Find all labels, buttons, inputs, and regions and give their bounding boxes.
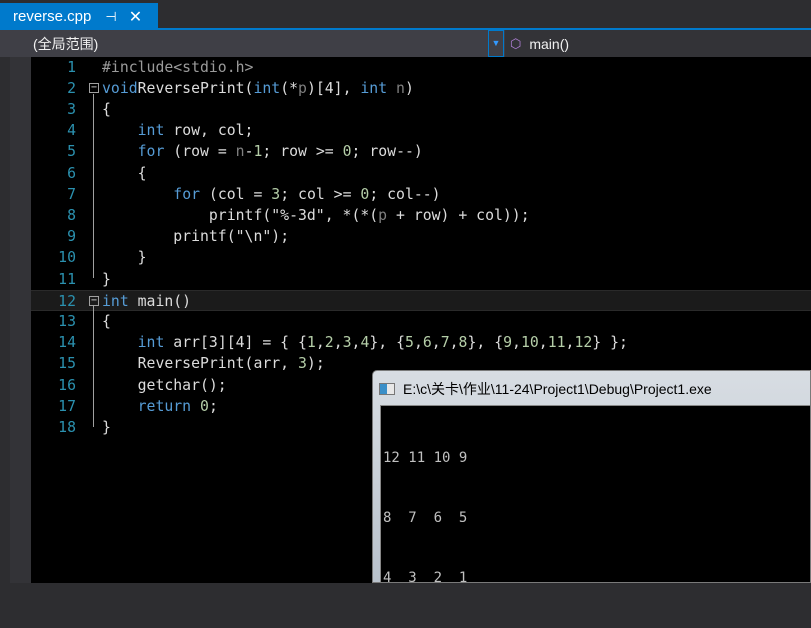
chevron-down-icon[interactable]: ▼: [488, 30, 504, 57]
code-line[interactable]: 8 printf("%-3d", *(*(p + row) + col));: [31, 205, 811, 226]
console-line: 4 3 2 1: [383, 570, 468, 586]
tab-reverse-cpp[interactable]: reverse.cpp ⊣ ✕: [0, 3, 158, 30]
code-line[interactable]: 4 int row, col;: [31, 120, 811, 141]
console-output: 12 11 10 9 8 7 6 5 4 3 2 1: [380, 405, 810, 586]
collapse-icon[interactable]: −: [89, 295, 99, 306]
scope-dropdown[interactable]: (全局范围): [33, 34, 98, 54]
code-line[interactable]: 7 for (col = 3; col >= 0; col--): [31, 184, 811, 205]
editor-margin: [10, 57, 31, 583]
line-number: 13: [58, 312, 76, 330]
outline-guide: [93, 93, 94, 279]
member-dropdown[interactable]: ⬡ main(): [505, 30, 811, 57]
cube-icon: ⬡: [510, 35, 522, 51]
code-line[interactable]: 14 int arr[3][4] = { {1,2,3,4}, {5,6,7,8…: [31, 332, 811, 353]
code-line[interactable]: 9 printf("\n");: [31, 226, 811, 247]
line-number: 17: [58, 397, 76, 415]
console-window[interactable]: E:\c\关卡\作业\11-24\Project1\Debug\Project1…: [372, 370, 811, 586]
code-text: int main(): [102, 292, 192, 310]
console-line: 12 11 10 9: [383, 450, 468, 466]
close-icon[interactable]: ✕: [129, 7, 142, 27]
code-text: }: [102, 418, 111, 436]
line-number: 14: [58, 334, 76, 352]
code-text: #include<stdio.h>: [102, 58, 254, 76]
line-number: 16: [58, 376, 76, 394]
code-text: {: [102, 312, 111, 330]
code-line[interactable]: 2 − voidReversePrint(int(*p)[4], int n): [31, 78, 811, 99]
code-text: ReversePrint(arr, 3);: [102, 355, 325, 373]
line-number: 15: [58, 355, 76, 373]
code-text: getchar();: [102, 376, 227, 394]
tab-bar: reverse.cpp ⊣ ✕: [0, 0, 811, 30]
line-number: 11: [58, 270, 76, 288]
code-text: }: [102, 270, 111, 288]
line-number: 12: [58, 292, 76, 310]
code-line[interactable]: 1 #include<stdio.h>: [31, 57, 811, 78]
code-line[interactable]: 3{: [31, 99, 811, 120]
line-number: 4: [67, 122, 76, 140]
line-number: 3: [67, 100, 76, 118]
code-line[interactable]: 11}: [31, 269, 811, 290]
code-text: printf("%-3d", *(*(p + row) + col));: [102, 206, 530, 224]
code-line[interactable]: 10 }: [31, 247, 811, 268]
line-number: 10: [58, 249, 76, 267]
code-line[interactable]: 6 {: [31, 163, 811, 184]
collapse-icon[interactable]: −: [89, 82, 99, 93]
console-title: E:\c\关卡\作业\11-24\Project1\Debug\Project1…: [403, 381, 712, 397]
line-number: 7: [67, 185, 76, 203]
code-text: }: [102, 249, 147, 267]
code-text: return 0;: [137, 397, 218, 415]
navigation-bar: (全局范围) ▼ ⬡ main(): [0, 30, 811, 57]
code-text: printf("\n");: [102, 228, 290, 246]
code-text: int arr[3][4] = { {1,2,3,4}, {5,6,7,8}, …: [137, 334, 628, 352]
code-line[interactable]: 5 for (row = n-1; row >= 0; row--): [31, 141, 811, 162]
line-number: 5: [67, 143, 76, 161]
member-label: main(): [529, 35, 570, 52]
line-number: 9: [67, 228, 76, 246]
code-text: int row, col;: [137, 122, 254, 140]
line-number: 8: [67, 206, 76, 224]
line-number: 1: [67, 58, 76, 76]
code-text: {: [102, 100, 111, 118]
code-text: for (row = n-1; row >= 0; row--): [137, 143, 423, 161]
line-number: 2: [67, 79, 76, 97]
code-line[interactable]: 12 − int main(): [31, 289, 811, 311]
outline-guide: [93, 305, 94, 427]
pin-icon[interactable]: ⊣: [105, 9, 116, 25]
code-text: for (col = 3; col >= 0; col--): [173, 185, 441, 203]
code-text: voidReversePrint(int(*p)[4], int n): [102, 79, 414, 97]
line-number: 18: [58, 418, 76, 436]
code-text: {: [102, 164, 147, 182]
code-line[interactable]: 13 {: [31, 311, 811, 332]
console-app-icon: [379, 383, 395, 395]
console-line: 8 7 6 5: [383, 510, 468, 526]
tab-label: reverse.cpp: [13, 8, 92, 25]
line-number: 6: [67, 164, 76, 182]
console-title-bar[interactable]: E:\c\关卡\作业\11-24\Project1\Debug\Project1…: [379, 377, 712, 401]
